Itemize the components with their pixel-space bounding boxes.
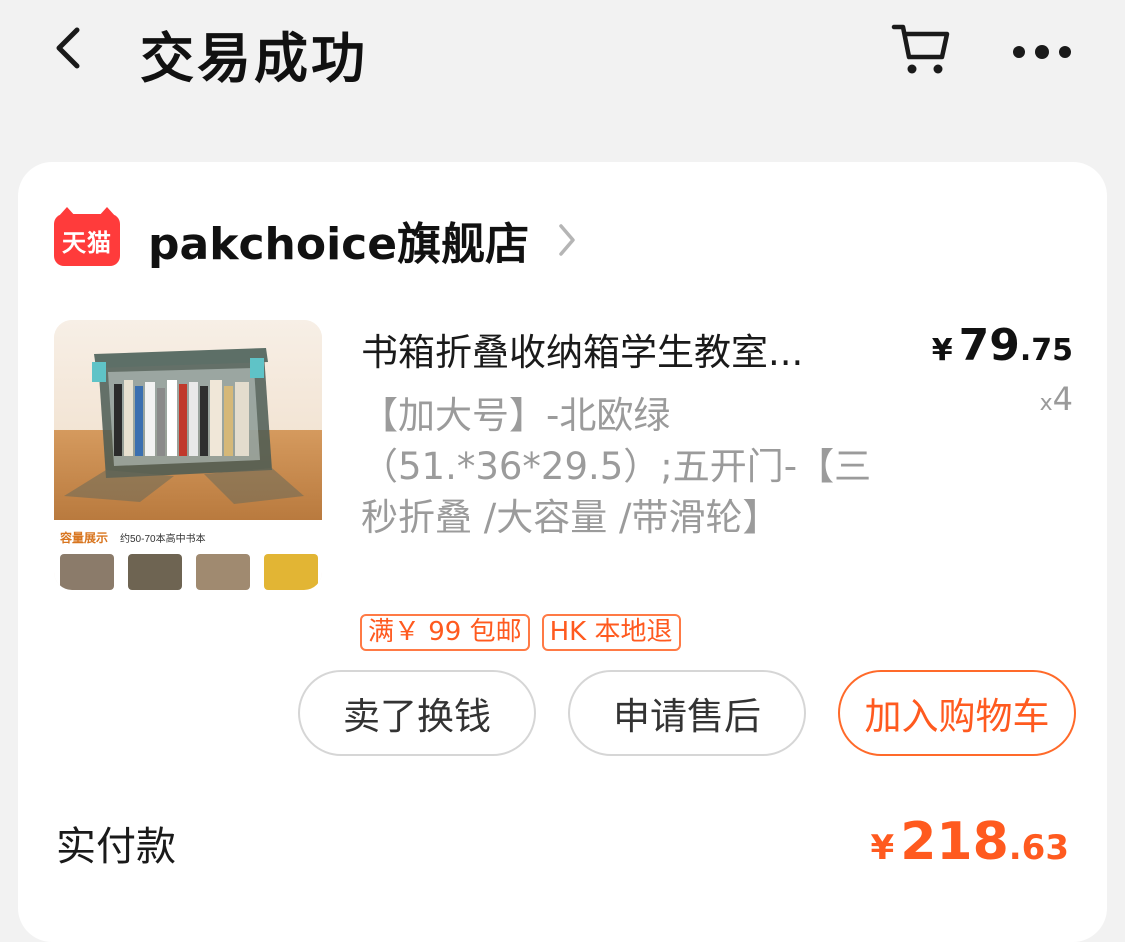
more-dots-icon: [1013, 45, 1071, 59]
more-button[interactable]: [1004, 28, 1080, 76]
chevron-left-icon: [56, 27, 80, 69]
image-caption-sub: 约50-70本高中书本: [120, 532, 206, 545]
top-bar: 交易成功: [0, 0, 1125, 110]
total-label: 实付款: [56, 824, 176, 870]
tag-free-shipping: 满￥ 99 包邮: [360, 614, 530, 651]
unit-price: ¥79.75: [932, 320, 1073, 371]
quantity-prefix: x: [1039, 391, 1053, 416]
chevron-right-icon: [557, 222, 577, 258]
price-integer: 79: [958, 320, 1020, 371]
quantity: x4: [1040, 380, 1073, 418]
tag-local-return: HK 本地退: [541, 614, 681, 651]
page-title: 交易成功: [140, 27, 368, 90]
order-card: 天猫 pakchoice旗舰店 容量展示 约50-70本高中书本 书箱折叠收纳箱…: [18, 162, 1107, 942]
product-title[interactable]: 书箱折叠收纳箱学生教室...: [361, 322, 891, 376]
tmall-logo: 天猫: [54, 207, 120, 266]
store-name: pakchoice旗舰店: [148, 219, 530, 270]
sell-button[interactable]: 卖了换钱: [298, 670, 536, 756]
price-decimal: .75: [1019, 333, 1073, 368]
service-tags: 满￥ 99 包邮 HK 本地退: [360, 614, 681, 651]
cart-icon: [891, 24, 950, 74]
tmall-badge-text: 天猫: [62, 228, 112, 257]
store-link[interactable]: 天猫 pakchoice旗舰店: [54, 207, 577, 270]
product-image[interactable]: 容量展示 约50-70本高中书本: [54, 320, 322, 590]
after-sale-button[interactable]: 申请售后: [568, 670, 806, 756]
total-integer: 218: [900, 812, 1009, 872]
total-currency: ¥: [870, 828, 895, 868]
add-to-cart-button[interactable]: 加入购物车: [838, 670, 1076, 756]
image-caption: 容量展示: [59, 530, 108, 545]
cart-button[interactable]: [886, 16, 956, 82]
sku-description: 【加大号】-北欧绿（51.*36*29.5）;五开门-【三秒折叠 /大容量 /带…: [361, 394, 872, 539]
back-button[interactable]: [44, 24, 92, 72]
quantity-value: 4: [1052, 380, 1073, 418]
price-currency: ¥: [931, 333, 953, 368]
total-amount: ¥218.63: [871, 812, 1069, 872]
total-decimal: .63: [1008, 828, 1069, 868]
